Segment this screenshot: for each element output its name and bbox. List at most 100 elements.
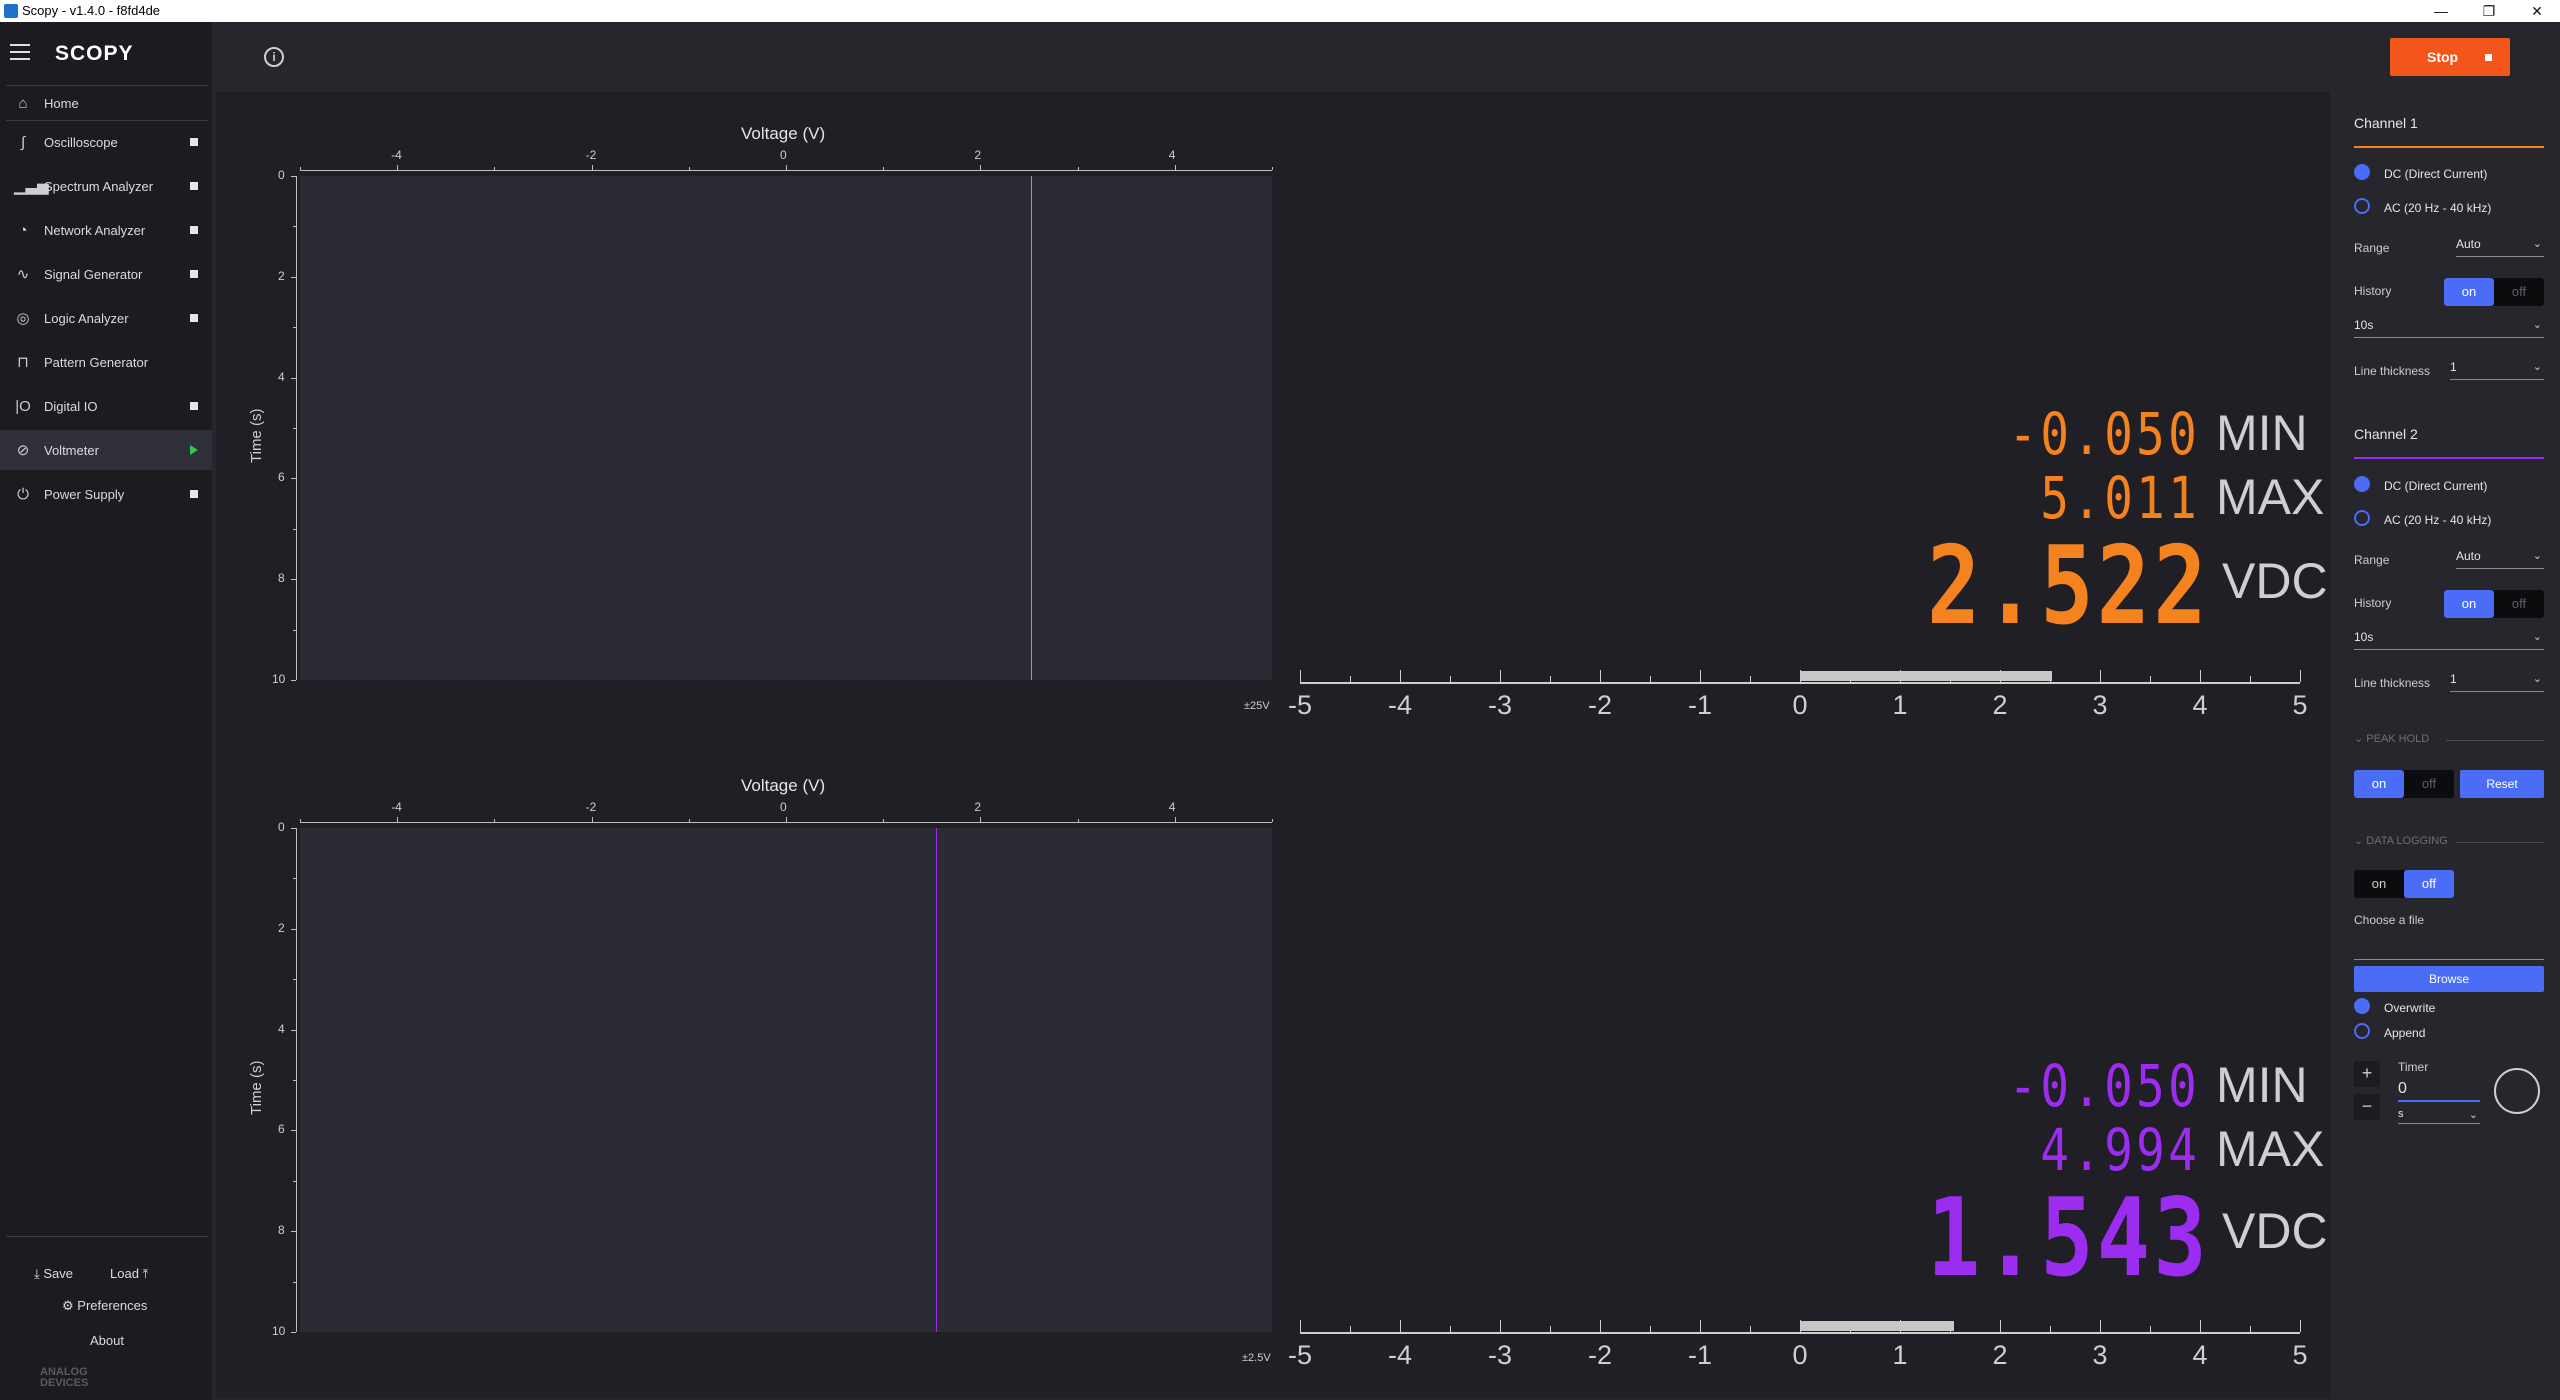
timer-unit-select[interactable]: s ⌄ <box>2398 1108 2480 1124</box>
timer-decrement-button[interactable]: − <box>2354 1094 2380 1120</box>
x-tick-label: -2 <box>585 800 597 814</box>
toggle-off[interactable]: off <box>2404 870 2454 898</box>
menu-icon[interactable] <box>10 44 30 60</box>
browse-button[interactable]: Browse <box>2354 966 2544 992</box>
sidebar-item-voltmeter[interactable]: ⊘ Voltmeter <box>0 430 212 470</box>
scale-label: ±25V <box>1244 700 1270 712</box>
minimize-button[interactable]: — <box>2418 1 2464 21</box>
sidebar-item-label: Voltmeter <box>44 443 99 458</box>
sidebar-item-oscilloscope[interactable]: ∫ Oscilloscope <box>0 122 212 162</box>
y-axis <box>296 176 297 680</box>
about-button[interactable]: About <box>90 1333 124 1348</box>
x-tick <box>494 819 496 822</box>
info-icon[interactable]: i <box>264 47 284 67</box>
stop-button[interactable]: Stop <box>2390 38 2510 76</box>
sidebar-item-logic-analyzer[interactable]: ◎ Logic Analyzer <box>0 298 212 338</box>
bar-tick-label: -3 <box>1487 1340 1513 1370</box>
status-indicator[interactable] <box>190 270 198 278</box>
ch1-voltage-readout: 2.522 <box>1927 524 2210 649</box>
bar-tick-label: 0 <box>1792 690 1808 720</box>
toggle-on[interactable]: on <box>2354 870 2404 898</box>
ch1-unit: VDC <box>2222 553 2328 609</box>
sidebar-item-pattern-generator[interactable]: ⊓ Pattern Generator <box>0 342 212 382</box>
ch2-thickness-value: 1 <box>2450 672 2457 686</box>
running-indicator-icon[interactable] <box>190 445 198 455</box>
ch1-ac-radio[interactable] <box>2354 198 2370 214</box>
ch1-thickness-value: 1 <box>2450 360 2457 374</box>
status-indicator[interactable] <box>190 226 198 234</box>
overwrite-radio[interactable] <box>2354 998 2370 1014</box>
ch1-range-select[interactable]: Auto ⌄ <box>2456 237 2544 257</box>
toggle-off[interactable]: off <box>2494 590 2544 618</box>
signal-icon: ∿ <box>16 266 30 283</box>
timer-knob[interactable] <box>2494 1068 2540 1114</box>
toggle-on[interactable]: on <box>2444 278 2494 306</box>
toggle-on[interactable]: on <box>2444 590 2494 618</box>
chevron-down-icon: ⌄ <box>2532 550 2542 562</box>
sidebar-item-spectrum-analyzer[interactable]: ▁▃▅ Spectrum Analyzer <box>0 166 212 206</box>
y-tick-label: 6 <box>278 1122 285 1137</box>
logic-icon: ◎ <box>16 310 30 327</box>
sidebar-item-label: Oscilloscope <box>44 135 118 150</box>
bar-tick <box>1750 1326 1751 1332</box>
preferences-button[interactable]: ⚙ Preferences <box>62 1298 147 1314</box>
peak-hold-toggle[interactable]: on off <box>2354 770 2454 798</box>
status-indicator[interactable] <box>190 490 198 498</box>
sidebar-item-digital-io[interactable]: |O Digital IO <box>0 386 212 426</box>
save-label: Save <box>43 1266 73 1281</box>
status-indicator[interactable] <box>190 182 198 190</box>
chevron-down-icon: ⌄ <box>2354 835 2367 847</box>
ch1-history-toggle[interactable]: on off <box>2444 278 2544 306</box>
plot-canvas <box>300 176 1272 680</box>
x-tick <box>1077 819 1079 822</box>
ch2-history-toggle[interactable]: on off <box>2444 590 2544 618</box>
ch2-dc-radio[interactable] <box>2354 476 2370 492</box>
sidebar-item-power-supply[interactable]: ⏻ Power Supply <box>0 474 212 514</box>
toggle-on[interactable]: on <box>2354 770 2404 798</box>
bar-tick-label: -5 <box>1287 690 1313 720</box>
timer-increment-button[interactable]: + <box>2354 1061 2380 1087</box>
append-radio[interactable] <box>2354 1023 2370 1039</box>
y-tick <box>293 1281 296 1283</box>
restore-button[interactable]: ❐ <box>2466 1 2512 21</box>
ch2-range-label: Range <box>2354 553 2390 567</box>
file-path-input[interactable] <box>2354 940 2544 960</box>
x-tick-label: 0 <box>780 800 787 814</box>
sidebar-item-label: Power Supply <box>44 487 125 502</box>
plot-canvas <box>300 828 1272 1332</box>
ch2-ac-radio[interactable] <box>2354 510 2370 526</box>
x-tick <box>1174 817 1176 822</box>
status-indicator[interactable] <box>190 402 198 410</box>
ch1-thickness-select[interactable]: 1 ⌄ <box>2450 360 2544 380</box>
x-tick <box>591 817 593 822</box>
chevron-down-icon: ⌄ <box>2532 319 2542 331</box>
ch2-range-select[interactable]: Auto ⌄ <box>2456 549 2544 569</box>
sidebar-item-label: Digital IO <box>44 399 98 414</box>
status-indicator[interactable] <box>190 138 198 146</box>
load-button[interactable]: Load ⤒ <box>110 1266 148 1282</box>
data-logging-toggle[interactable]: on off <box>2354 870 2454 898</box>
y-tick <box>291 1029 296 1031</box>
ch2-history-duration-select[interactable]: 10s ⌄ <box>2354 630 2544 650</box>
toggle-off[interactable]: off <box>2494 278 2544 306</box>
timer-input[interactable]: 0 <box>2398 1080 2480 1102</box>
y-tick <box>291 680 296 681</box>
sidebar-item-home[interactable]: ⌂ Home <box>0 86 212 120</box>
sidebar-item-network-analyzer[interactable]: ◔ Network Analyzer <box>0 210 212 250</box>
bar-tick <box>1600 1320 1601 1332</box>
peak-hold-section[interactable]: ⌄ PEAK HOLD <box>2354 732 2429 745</box>
ch1-dc-radio[interactable] <box>2354 164 2370 180</box>
toggle-off[interactable]: off <box>2404 770 2454 798</box>
close-button[interactable]: ✕ <box>2514 1 2560 21</box>
x-tick <box>397 817 399 822</box>
reset-button[interactable]: Reset <box>2460 770 2544 798</box>
data-logging-section[interactable]: ⌄ DATA LOGGING <box>2354 834 2448 847</box>
y-axis-label: Time (s) <box>248 1060 265 1115</box>
ch1-history-duration-select[interactable]: 10s ⌄ <box>2354 318 2544 338</box>
save-button[interactable]: ⤓ Save <box>34 1266 73 1282</box>
channel-2-title: Channel 2 <box>2354 426 2418 442</box>
status-indicator[interactable] <box>190 314 198 322</box>
bar-tick <box>1650 676 1651 682</box>
ch2-thickness-select[interactable]: 1 ⌄ <box>2450 672 2544 692</box>
sidebar-item-signal-generator[interactable]: ∿ Signal Generator <box>0 254 212 294</box>
